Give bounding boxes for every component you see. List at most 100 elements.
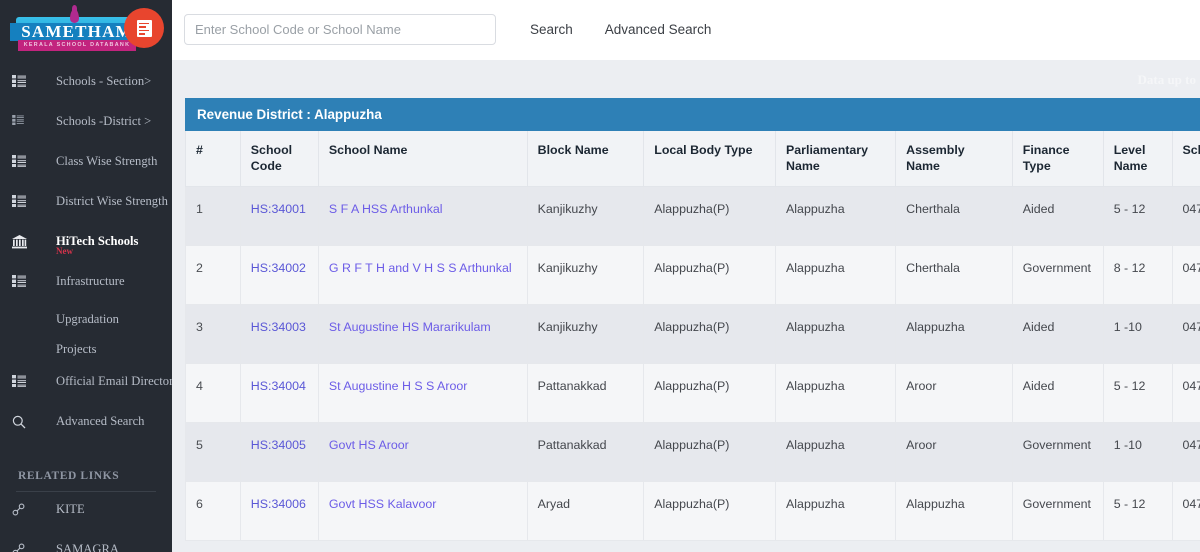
cell-local-body-type: Alappuzha(P)	[643, 363, 777, 423]
cell-school-code: HS:34005	[239, 422, 319, 482]
table-header: # School Code School Name Block Name Loc…	[185, 131, 1200, 187]
cell-school-name: G R F T H and V H S S Arthunkal	[317, 245, 528, 305]
sidebar-item-advanced-search[interactable]: Advanced Search	[0, 412, 172, 452]
sidebar-divider	[16, 491, 156, 492]
cell-school-code: HS:34001	[239, 186, 319, 246]
school-code-link[interactable]: HS:34006	[251, 497, 306, 511]
list-icon	[12, 155, 38, 167]
sidebar-item-schools-district[interactable]: Schools -District >	[0, 112, 172, 152]
col-level-name[interactable]: Level Name	[1102, 131, 1173, 187]
cell-finance-type: Government	[1011, 422, 1104, 482]
topbar: Search Advanced Search	[172, 0, 1200, 60]
cell-level-name: 1 -10	[1102, 304, 1173, 364]
cell-level-name: 8 - 12	[1102, 245, 1173, 305]
school-code-link[interactable]: HS:34003	[251, 320, 306, 334]
col-local-body-type[interactable]: Local Body Type	[643, 131, 777, 187]
table-row[interactable]: 4 HS:34004 St Augustine H S S Aroor Patt…	[185, 363, 1200, 423]
school-name-link[interactable]: Govt HSS Kalavoor	[329, 497, 436, 511]
cell-level-name: 5 - 12	[1102, 481, 1173, 541]
school-code-link[interactable]: HS:34001	[251, 202, 306, 216]
main-area: Search Advanced Search Data up to Revenu…	[172, 0, 1200, 552]
sidebar-item-kite[interactable]: KITE	[0, 500, 172, 540]
cell-index: 1	[185, 186, 241, 246]
school-name-link[interactable]: S F A HSS Arthunkal	[329, 202, 443, 216]
results-panel: Revenue District : Alappuzha # School Co…	[185, 98, 1200, 541]
document-glyph	[136, 19, 152, 37]
cell-assembly-name: Aroor	[895, 363, 1013, 423]
col-school-code[interactable]: School Code	[239, 131, 319, 187]
school-name-link[interactable]: St Augustine HS Mararikulam	[329, 320, 491, 334]
col-parliamentary-name[interactable]: Parliamentary Name	[775, 131, 897, 187]
cell-index: 4	[185, 363, 241, 423]
cell-index: 6	[185, 481, 241, 541]
cell-school-code: HS:34002	[239, 245, 319, 305]
sidebar-item-class-wise-strength[interactable]: Class Wise Strength	[0, 152, 172, 192]
table-row[interactable]: 6 HS:34006 Govt HSS Kalavoor Aryad Alapp…	[185, 481, 1200, 541]
school-name-link[interactable]: Govt HS Aroor	[329, 438, 409, 452]
cell-assembly-name: Aroor	[895, 422, 1013, 482]
bank-icon	[12, 235, 38, 249]
table-row[interactable]: 1 HS:34001 S F A HSS Arthunkal Kanjikuzh…	[185, 186, 1200, 246]
cell-school-name: S F A HSS Arthunkal	[317, 186, 528, 246]
col-block-name[interactable]: Block Name	[526, 131, 645, 187]
advanced-search-link[interactable]: Advanced Search	[605, 22, 712, 37]
sidebar-item-label: Upgradation	[56, 312, 119, 326]
sidebar-item-schools-section[interactable]: Schools - Section>	[0, 72, 172, 112]
sidebar-item-official-email-directory[interactable]: Official Email Directory	[0, 372, 172, 412]
cell-school-name: Govt HS Aroor	[317, 422, 528, 482]
list-icon	[12, 275, 38, 287]
cell-finance-type: Aided	[1011, 363, 1104, 423]
sidebar-item-samagra[interactable]: SAMAGRA	[0, 540, 172, 552]
sidebar-item-label: Projects	[56, 342, 97, 356]
cell-parliamentary-name: Alappuzha	[775, 363, 897, 423]
school-code-link[interactable]: HS:34002	[251, 261, 306, 275]
col-school-phone[interactable]: School Phone	[1171, 131, 1200, 187]
logo-drop-icon	[70, 5, 79, 23]
school-name-link[interactable]: G R F T H and V H S S Arthunkal	[329, 261, 512, 275]
cell-school-phone: 04772292307	[1171, 481, 1200, 541]
search-icon	[12, 415, 38, 429]
col-school-name[interactable]: School Name	[317, 131, 528, 187]
col-index[interactable]: #	[185, 131, 241, 187]
cell-parliamentary-name: Alappuzha	[775, 422, 897, 482]
school-code-link[interactable]: HS:34004	[251, 379, 306, 393]
sidebar-item-label: HiTech Schools New	[38, 232, 138, 256]
sidebar-item-upgradation[interactable]: Upgradation	[0, 312, 172, 342]
school-code-link[interactable]: HS:34005	[251, 438, 306, 452]
sidebar-item-hitech-schools[interactable]: HiTech Schools New	[0, 232, 172, 272]
cell-school-phone: 04782572574	[1171, 186, 1200, 246]
document-list-icon[interactable]	[124, 8, 164, 48]
table-row[interactable]: 5 HS:34005 Govt HS Aroor Pattanakkad Ala…	[185, 422, 1200, 482]
sidebar-item-infrastructure[interactable]: Infrastructure	[0, 272, 172, 312]
cell-school-code: HS:34006	[239, 481, 319, 541]
cell-school-name: St Augustine HS Mararikulam	[317, 304, 528, 364]
search-button[interactable]: Search	[530, 22, 573, 37]
sidebar-item-projects[interactable]: Projects	[0, 342, 172, 372]
schools-table: # School Code School Name Block Name Loc…	[185, 131, 1200, 541]
cell-finance-type: Government	[1011, 245, 1104, 305]
sidebar-item-label: Class Wise Strength	[56, 154, 158, 168]
table-row[interactable]: 2 HS:34002 G R F T H and V H S S Arthunk…	[185, 245, 1200, 305]
table-row[interactable]: 3 HS:34003 St Augustine HS Mararikulam K…	[185, 304, 1200, 364]
cell-finance-type: Aided	[1011, 304, 1104, 364]
cell-parliamentary-name: Alappuzha	[775, 304, 897, 364]
cell-school-phone: 04782872892	[1171, 422, 1200, 482]
cell-local-body-type: Alappuzha(P)	[643, 481, 777, 541]
sidebar-item-label: District Wise Strength	[56, 194, 168, 208]
logo-tagline: KERALA SCHOOL DATABANK	[23, 42, 131, 48]
cell-finance-type: Aided	[1011, 186, 1104, 246]
list-icon	[12, 375, 38, 387]
search-input[interactable]	[184, 14, 496, 45]
cell-assembly-name: Cherthala	[895, 186, 1013, 246]
cell-index: 2	[185, 245, 241, 305]
table-body: 1 HS:34001 S F A HSS Arthunkal Kanjikuzh…	[185, 186, 1200, 541]
sidebar-item-label: Schools - Section>	[56, 74, 152, 88]
sidebar-item-label: Infrastructure	[56, 274, 125, 288]
cell-local-body-type: Alappuzha(P)	[643, 304, 777, 364]
col-finance-type[interactable]: Finance Type	[1011, 131, 1104, 187]
sidebar-item-district-wise-strength[interactable]: District Wise Strength	[0, 192, 172, 232]
cell-block-name: Aryad	[526, 481, 645, 541]
school-name-link[interactable]: St Augustine H S S Aroor	[329, 379, 467, 393]
cell-parliamentary-name: Alappuzha	[775, 481, 897, 541]
col-assembly-name[interactable]: Assembly Name	[895, 131, 1013, 187]
